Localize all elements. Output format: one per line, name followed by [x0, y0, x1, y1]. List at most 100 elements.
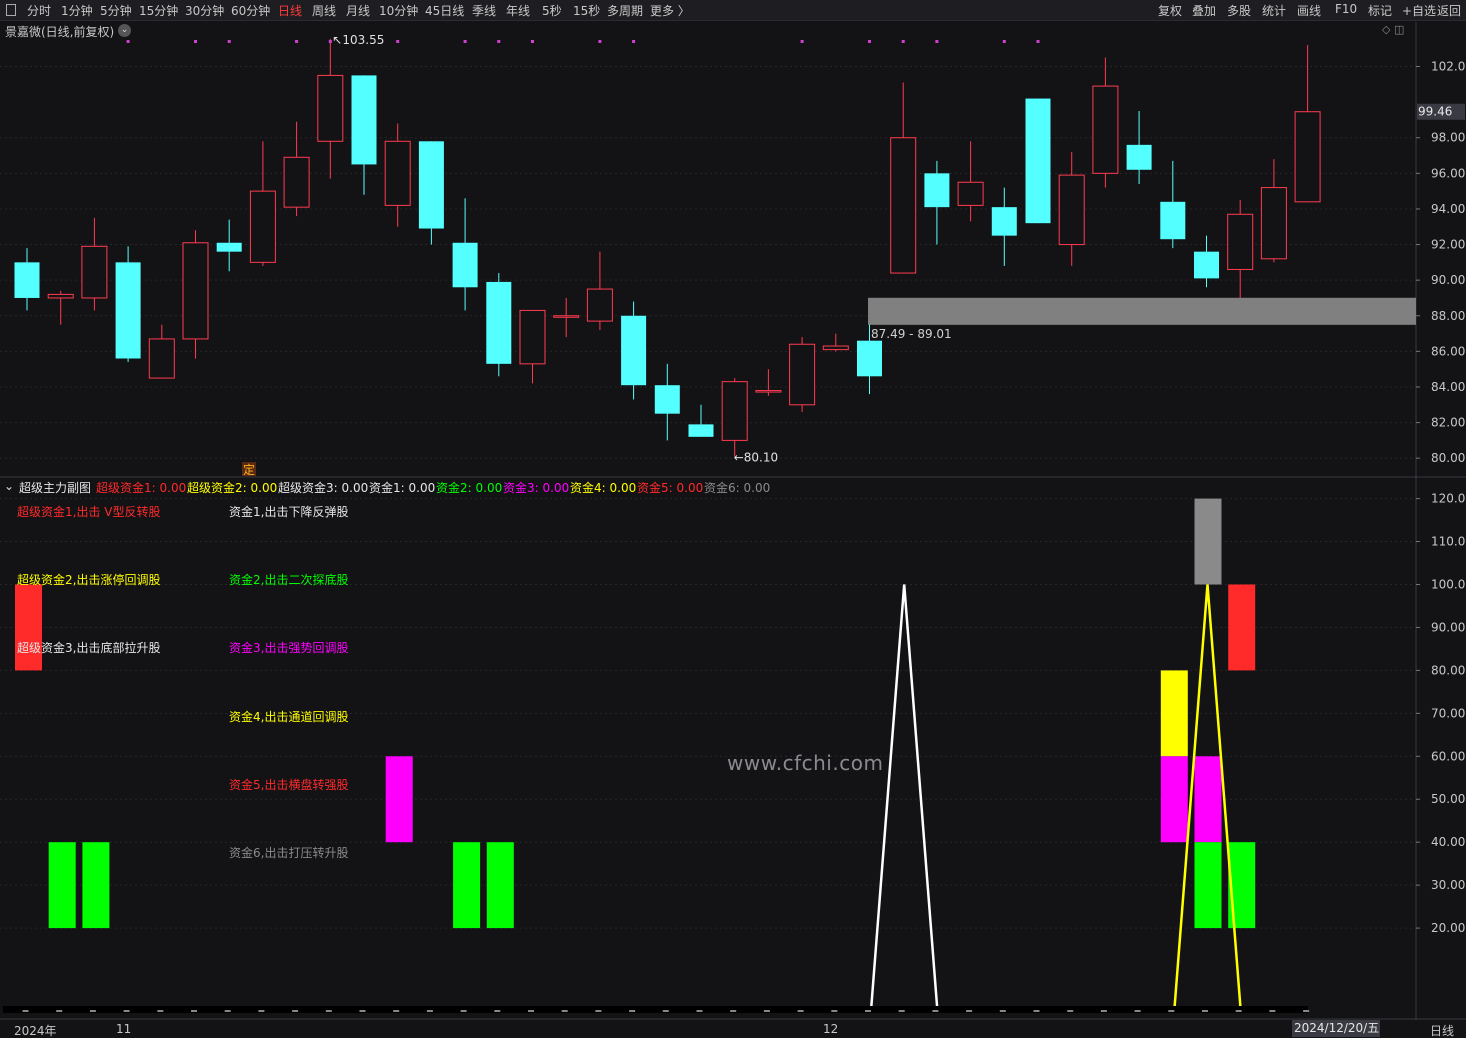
signal-dot [497, 40, 501, 43]
indicator-value-5: 资金3: 0.00 [503, 481, 570, 495]
indicator-bar [1194, 842, 1222, 929]
candle-body [957, 181, 984, 206]
candle-body [148, 338, 175, 379]
indicator-bar [48, 842, 76, 929]
candle-body [1058, 174, 1085, 246]
volume-tick [966, 1010, 973, 1012]
candle-body [654, 385, 680, 414]
candle-body [1025, 98, 1051, 224]
volume-tick [662, 1010, 669, 1012]
candle-body [924, 173, 950, 208]
price-tick-label: 90.00 [1431, 273, 1465, 287]
period-badge[interactable]: 日线 [1430, 1022, 1454, 1038]
candle-body [1260, 187, 1287, 260]
price-tick-label: 86.00 [1431, 344, 1465, 358]
indicator-bar [1194, 756, 1222, 843]
indicator-value-2: 超级资金3: 0.00 [278, 481, 369, 495]
price-tick-label: 96.00 [1431, 166, 1465, 180]
volume-tick [1168, 1010, 1175, 1012]
candle-body [822, 345, 849, 351]
indicator-tick-label: 80.00 [1431, 663, 1465, 677]
volume-tick [1303, 1010, 1310, 1012]
volume-tick [797, 1010, 804, 1012]
signal-dot [194, 40, 197, 43]
volume-tick [393, 1010, 400, 1012]
volume-tick [56, 1010, 63, 1012]
volume-tick [528, 1010, 534, 1012]
volume-tick [1202, 1010, 1208, 1012]
candle-body [857, 340, 882, 377]
price-tick-label: 102.0 [1431, 60, 1465, 74]
indicator-tick-label: 50.00 [1431, 792, 1465, 806]
current-price-label: 99.46 [1418, 105, 1452, 119]
volume-tick [494, 1010, 501, 1012]
volume-tick [898, 1010, 905, 1012]
support-zone [868, 297, 1416, 325]
candle-body [115, 262, 141, 359]
signal-dot [598, 40, 602, 43]
volume-tick [1100, 1010, 1107, 1012]
volume-tick [426, 1010, 433, 1012]
signal-dot [1002, 40, 1006, 43]
marker-text: 定 [243, 462, 255, 477]
indicator-tick-label: 110.0 [1431, 535, 1465, 549]
volume-tick [292, 1010, 299, 1012]
volume-tick [629, 1010, 636, 1012]
indicator-name: 超级主力副图 [19, 481, 92, 495]
candle-body [452, 242, 478, 288]
indicator-tick-label: 70.00 [1431, 706, 1465, 720]
signal-dot [328, 40, 332, 43]
signal-dot [1036, 40, 1040, 43]
indicator-tick-label: 20.00 [1431, 921, 1465, 935]
signal-dot [531, 40, 534, 43]
volume-tick [89, 1010, 96, 1012]
signal-dot [868, 40, 871, 43]
legend-left-0: 超级资金1,出击 V型反转股 [17, 505, 161, 519]
indicator-value-4: 资金2: 0.00 [436, 481, 503, 495]
indicator-tick-label: 40.00 [1431, 835, 1465, 849]
candle-body [1294, 111, 1321, 203]
volume-tick [932, 1010, 939, 1012]
indicator-bar [1228, 584, 1256, 671]
candle-body [14, 262, 40, 298]
signal-dot [800, 40, 804, 43]
volume-tick [696, 1010, 703, 1012]
cursor-date-label: 2024/12/20/五 [1292, 1020, 1380, 1037]
volume-tick [763, 1010, 770, 1012]
signal-dot [935, 40, 939, 43]
candle-body [182, 242, 209, 340]
indicator-value-1: 超级资金2: 0.00 [187, 481, 278, 495]
volume-tick [22, 1010, 29, 1012]
signal-dot [463, 40, 467, 43]
candle-body [351, 75, 377, 165]
legend-right-5: 资金6,出击打压转升股 [229, 846, 349, 860]
indicator-spike [869, 584, 939, 1009]
volume-tick [831, 1010, 838, 1012]
legend-right-1: 资金2,出击二次探底股 [229, 573, 349, 587]
price-tick-label: 82.00 [1431, 416, 1465, 430]
indicator-bar [1160, 670, 1188, 757]
collapse-chevron-icon[interactable]: ⌄ [4, 479, 14, 493]
candle-body [1092, 85, 1119, 174]
candle-body [216, 242, 242, 252]
indicator-bar [15, 584, 42, 671]
price-tick-label: 80.00 [1431, 451, 1465, 465]
volume-tick [1269, 1010, 1276, 1012]
signal-dot [632, 40, 636, 43]
price-tick-label: 94.00 [1431, 202, 1465, 216]
volume-tick [460, 1010, 467, 1012]
legend-right-3: 资金4,出击通道回调股 [229, 710, 349, 724]
signal-dot [295, 40, 299, 43]
volume-tick [561, 1010, 568, 1012]
candle-body [418, 141, 444, 229]
indicator-tick-label: 30.00 [1431, 878, 1465, 892]
indicator-value-8: 资金6: 0.00 [704, 481, 771, 495]
candle-body [1126, 144, 1152, 170]
indicator-bar [453, 842, 481, 929]
volume-tick [224, 1010, 231, 1012]
candle-body [586, 288, 613, 322]
volume-tick [595, 1010, 602, 1012]
candle-body [688, 424, 714, 437]
volume-tick [359, 1010, 366, 1012]
indicator-bar [486, 842, 514, 929]
